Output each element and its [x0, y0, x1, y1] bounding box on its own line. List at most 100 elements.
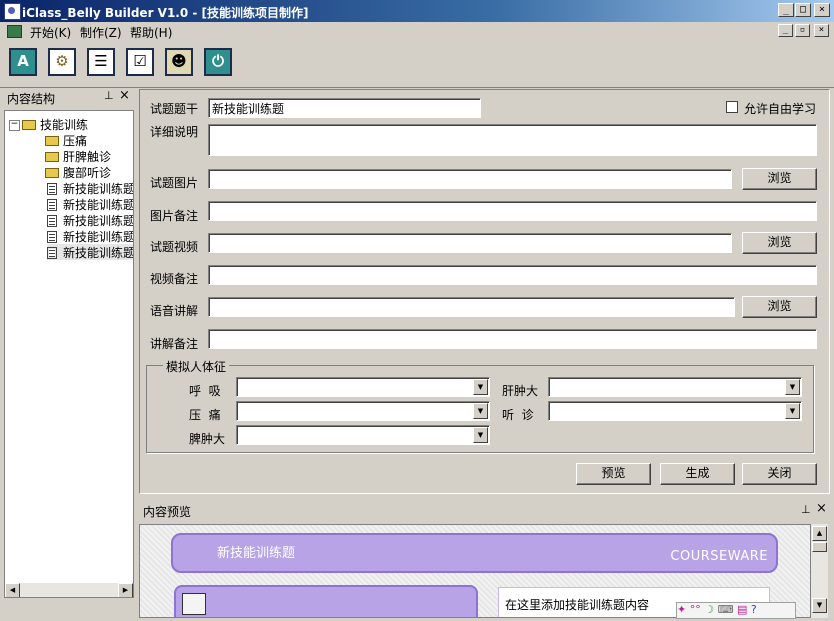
tree-item[interactable]: 腹部听诊 [45, 164, 111, 180]
close-icon[interactable]: × [816, 501, 827, 516]
placeholder-text: 在这里添加技能训练题内容 [505, 598, 650, 612]
ime-help-icon[interactable]: ? [751, 603, 757, 616]
simulation-title: 模拟人体征 [163, 358, 230, 375]
ime-menu-icon[interactable]: ▤ [737, 603, 747, 616]
browse-audio-button[interactable]: 浏览 [742, 296, 817, 318]
tenderness-select[interactable]: ▼ [236, 401, 490, 421]
liver-label: 肝肿大 [502, 384, 539, 398]
document-icon[interactable] [7, 25, 22, 38]
tree-item[interactable]: 压痛 [45, 132, 87, 148]
ime-moon-icon[interactable]: ☽ [704, 603, 714, 616]
browse-image-button[interactable]: 浏览 [742, 168, 817, 190]
tree-item[interactable]: 肝脾触诊 [45, 148, 111, 164]
list-icon[interactable]: ☰ [87, 48, 115, 76]
courseware-header: 新技能训练题 COURSEWARE [171, 533, 778, 573]
free-study-label: 允许自由学习 [744, 102, 817, 116]
ime-mode-icon[interactable]: ✦ [677, 603, 686, 616]
chevron-down-icon[interactable]: ▼ [473, 403, 488, 419]
ime-keyboard-icon[interactable]: ⌨ [718, 603, 734, 616]
image-label: 试题图片 [150, 176, 199, 190]
mdi-restore-button[interactable]: ▫ [795, 24, 810, 37]
toolbar: A ⚙ ☰ ☑ ☻ ⏻ [0, 42, 834, 88]
tree-item-selected[interactable]: 新技能训练题 [47, 244, 133, 260]
video-input[interactable] [208, 233, 732, 253]
scroll-right-icon[interactable]: ▶ [118, 583, 133, 597]
video-label: 试题视频 [150, 240, 199, 254]
generate-button[interactable]: 生成 [660, 463, 735, 485]
structure-panel-title: 内容结构 [7, 92, 56, 106]
chevron-down-icon[interactable]: ▼ [473, 427, 488, 443]
maximize-button[interactable]: □ [795, 3, 811, 17]
preview-vscrollbar[interactable]: ▲ ▼ [811, 524, 828, 618]
tree-item[interactable]: 新技能训练题 [47, 212, 133, 228]
brand-text: COURSEWARE [670, 549, 768, 564]
mdi-close-button[interactable]: × [814, 24, 829, 37]
scroll-up-icon[interactable]: ▲ [812, 526, 827, 541]
title-bar: iClass_Belly Builder V1.0 - [技能训练项目制作] _… [0, 0, 834, 22]
chevron-down-icon[interactable]: ▼ [785, 403, 800, 419]
stem-label: 试题题干 [150, 102, 199, 116]
preview-panel-header: 内容预览 ⊥ × [137, 500, 834, 520]
users-icon[interactable]: ☻ [165, 48, 193, 76]
tenderness-label: 压 痛 [189, 408, 221, 422]
folder-icon [45, 167, 59, 178]
ime-punct-icon[interactable]: °° [690, 603, 701, 616]
document-icon [47, 182, 57, 195]
menu-make[interactable]: 制作(Z) [80, 24, 122, 41]
browse-video-button[interactable]: 浏览 [742, 232, 817, 254]
image-note-input[interactable] [208, 201, 817, 221]
folder-icon [45, 151, 59, 162]
folder-icon [22, 119, 36, 130]
minimize-button[interactable]: _ [778, 3, 794, 17]
document-icon [47, 214, 57, 227]
pin-icon[interactable]: ⊥ [104, 89, 114, 102]
menu-help[interactable]: 帮助(H) [130, 24, 172, 41]
tree-item[interactable]: 新技能训练题 [47, 180, 133, 196]
auscultation-label: 听 诊 [502, 408, 534, 422]
ime-toolbar[interactable]: ✦ °° ☽ ⌨ ▤ ? [676, 602, 796, 619]
scroll-thumb[interactable] [812, 542, 827, 552]
mdi-minimize-button[interactable]: _ [778, 24, 793, 37]
detail-label: 详细说明 [150, 125, 199, 139]
collapse-icon[interactable]: − [9, 120, 20, 131]
menu-bar: 开始(K) 制作(Z) 帮助(H) _ ▫ × [0, 22, 834, 42]
stem-input[interactable] [208, 98, 481, 118]
tree-item[interactable]: 新技能训练题 [47, 196, 133, 212]
document-icon [47, 230, 57, 243]
settings-icon[interactable]: ⚙ [48, 48, 76, 76]
navigate-icon[interactable]: A [9, 48, 37, 76]
breathing-select[interactable]: ▼ [236, 377, 490, 397]
spleen-select[interactable]: ▼ [236, 425, 490, 445]
audio-note-input[interactable] [208, 329, 817, 349]
checklist-icon[interactable]: ☑ [126, 48, 154, 76]
image-input[interactable] [208, 169, 732, 189]
detail-textarea[interactable] [208, 124, 817, 156]
scroll-left-icon[interactable]: ◀ [5, 583, 20, 597]
chevron-down-icon[interactable]: ▼ [473, 379, 488, 395]
film-icon [182, 593, 206, 615]
window-title: iClass_Belly Builder V1.0 - [技能训练项目制作] [22, 6, 309, 20]
pin-icon[interactable]: ⊥ [801, 503, 811, 516]
preview-button[interactable]: 预览 [576, 463, 651, 485]
liver-select[interactable]: ▼ [548, 377, 802, 397]
image-note-label: 图片备注 [150, 209, 199, 223]
scroll-down-icon[interactable]: ▼ [812, 598, 827, 613]
free-study-checkbox[interactable] [726, 101, 738, 113]
menu-start[interactable]: 开始(K) [30, 24, 71, 41]
chevron-down-icon[interactable]: ▼ [785, 379, 800, 395]
breathing-label: 呼 吸 [189, 384, 221, 398]
close-button[interactable]: 关闭 [742, 463, 817, 485]
tree-root[interactable]: − 技能训练 [9, 116, 88, 132]
app-icon[interactable] [4, 3, 21, 20]
video-note-label: 视频备注 [150, 272, 199, 286]
close-window-button[interactable]: × [814, 3, 830, 17]
power-icon[interactable]: ⏻ [204, 48, 232, 76]
audio-note-label: 讲解备注 [150, 337, 199, 351]
audio-input[interactable] [208, 297, 735, 317]
video-note-input[interactable] [208, 265, 817, 285]
spleen-label: 脾肿大 [189, 432, 226, 446]
tree-hscrollbar[interactable]: ◀ ▶ [5, 583, 133, 597]
tree-item[interactable]: 新技能训练题 [47, 228, 133, 244]
close-icon[interactable]: × [119, 88, 130, 103]
auscultation-select[interactable]: ▼ [548, 401, 802, 421]
